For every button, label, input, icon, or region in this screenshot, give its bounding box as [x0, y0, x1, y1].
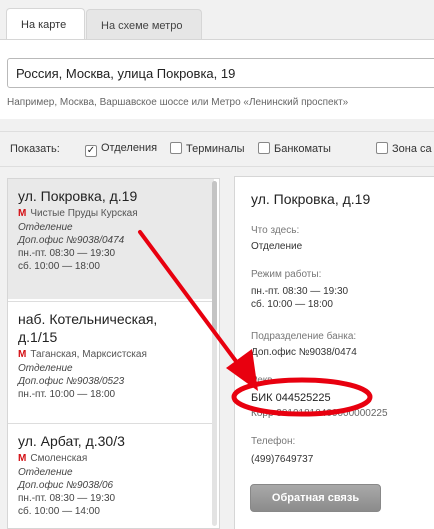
branch-hours-weekdays: пн.-пт. 10:00 — 18:00 — [18, 389, 116, 400]
detail-bik: БИК 044525225 — [251, 392, 331, 404]
branch-hours-weekdays: пн.-пт. 08:30 — 19:30 — [18, 493, 116, 504]
branch-address-line1: наб. Котельническая, — [18, 311, 158, 327]
tab-metro-scheme[interactable]: На схеме метро — [86, 9, 202, 41]
view-tabs: На карте На схеме метро — [0, 0, 434, 41]
metro-stations: Смоленская — [30, 453, 88, 464]
branch-office: Доп.офис №9038/06 — [18, 480, 114, 491]
checkbox-empty-icon — [376, 142, 388, 154]
checkmark-icon: ✓ — [85, 145, 97, 157]
branch-metro: М Таганская, Марксистская — [18, 348, 204, 362]
detail-korr: Корр 30101810400000000225 — [251, 408, 388, 419]
branch-list-item[interactable]: ул. Арбат, д.30/3 М Смоленская Отделение … — [8, 423, 214, 528]
detail-requisites-label: Рекв — [251, 375, 273, 386]
metro-icon: М — [18, 208, 27, 219]
branch-detail-panel: ул. Покровка, д.19 Что здесь: Отделение … — [234, 176, 434, 529]
branch-list-item[interactable]: наб. Котельническая, д.1/15 М Таганская, … — [8, 301, 214, 413]
filter-atms-label: Банкоматы — [274, 143, 331, 155]
search-panel: Например, Москва, Варшавское шоссе или М… — [0, 39, 434, 119]
branch-address-line2: д.1/15 — [18, 329, 58, 345]
tab-map[interactable]: На карте — [6, 8, 85, 40]
detail-what-label: Что здесь: — [251, 225, 300, 236]
filter-branches-checkbox[interactable]: ✓ Отделения — [85, 142, 158, 157]
branch-office: Доп.офис №9038/0474 — [18, 235, 125, 246]
checkbox-empty-icon — [258, 142, 270, 154]
detail-phone-value: (499)7649737 — [251, 454, 314, 465]
list-scroll-thumb[interactable] — [212, 181, 217, 331]
branch-address: ул. Арбат, д.30/3 — [18, 433, 125, 449]
show-label: Показать: — [10, 143, 60, 155]
detail-what-value: Отделение — [251, 241, 303, 252]
detail-mode-saturday: сб. 10:00 — 18:00 — [251, 299, 333, 310]
bank-locator-page: На карте На схеме метро Например, Москва… — [0, 0, 434, 529]
branch-kind: Отделение — [18, 467, 73, 478]
detail-mode-weekdays: пн.-пт. 08:30 — 19:30 — [251, 286, 349, 297]
detail-division-label: Подразделение банка: — [251, 331, 357, 342]
filter-branches-label: Отделения — [101, 142, 158, 154]
branch-hours-weekdays: пн.-пт. 08:30 — 19:30 — [18, 248, 116, 259]
branch-kind: Отделение — [18, 222, 73, 233]
branch-hours-saturday: сб. 10:00 — 14:00 — [18, 506, 100, 517]
branch-list: ул. Покровка, д.19 М Чистые Пруды Курская… — [7, 178, 220, 529]
filter-terminals-label: Терминалы — [186, 143, 245, 155]
filter-terminals-checkbox[interactable]: Терминалы — [170, 142, 245, 156]
filter-zone-checkbox[interactable]: Зона са — [376, 142, 432, 156]
branch-metro: М Смоленская — [18, 452, 204, 466]
filter-bar: Показать: ✓ Отделения Терминалы Банкоматы… — [0, 131, 434, 167]
metro-icon: М — [18, 349, 27, 360]
metro-stations: Чистые Пруды Курская — [30, 208, 138, 219]
filter-atms-checkbox[interactable]: Банкоматы — [258, 142, 331, 156]
branch-list-item[interactable]: ул. Покровка, д.19 М Чистые Пруды Курская… — [8, 179, 214, 299]
filter-zone-label: Зона са — [392, 143, 432, 155]
list-scrollbar[interactable] — [212, 181, 217, 526]
metro-stations: Таганская, Марксистская — [30, 349, 147, 360]
branch-kind: Отделение — [18, 363, 73, 374]
detail-mode-label: Режим работы: — [251, 269, 322, 280]
detail-title: ул. Покровка, д.19 — [251, 191, 371, 207]
checkbox-empty-icon — [170, 142, 182, 154]
branch-office: Доп.офис №9038/0523 — [18, 376, 125, 387]
branch-address: ул. Покровка, д.19 — [18, 188, 138, 204]
address-search-input[interactable] — [7, 58, 434, 88]
feedback-button[interactable]: Обратная связь — [250, 484, 381, 512]
branch-hours-saturday: сб. 10:00 — 18:00 — [18, 261, 100, 272]
detail-division-value: Доп.офис №9038/0474 — [251, 347, 357, 358]
branch-metro: М Чистые Пруды Курская — [18, 207, 204, 221]
metro-icon: М — [18, 453, 27, 464]
detail-phone-label: Телефон: — [251, 436, 296, 447]
search-hint: Например, Москва, Варшавское шоссе или М… — [7, 97, 349, 108]
